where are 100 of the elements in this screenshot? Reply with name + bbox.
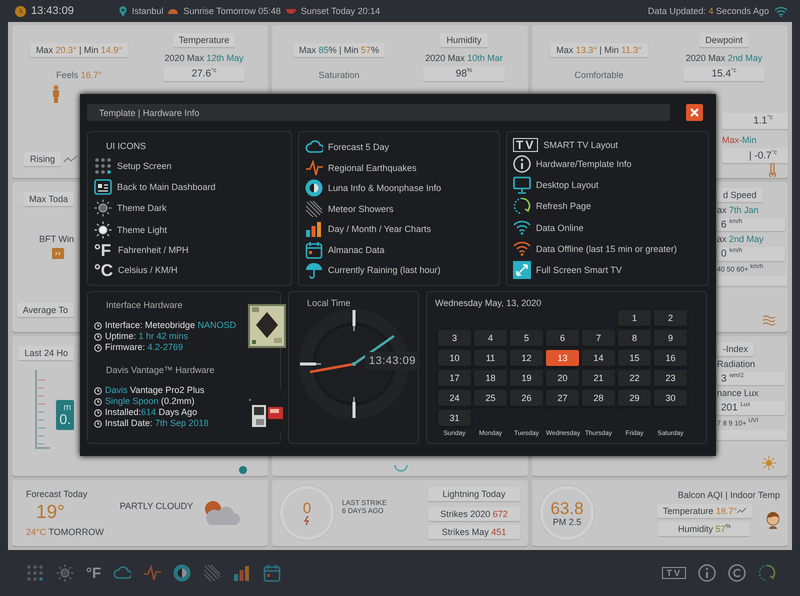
spread-label: Max-Min [722, 134, 757, 145]
tv-toggle[interactable]: TV [662, 567, 686, 579]
calendar-day[interactable]: 11 [474, 350, 507, 366]
forecast-condition: PARTLY CLOUDY [120, 501, 194, 511]
calendar-day[interactable]: 26 [510, 390, 543, 406]
record-value: 27.6$^{°c}$ [163, 66, 245, 82]
hardware-detail: Uptime: 1 hr 42 mins [105, 331, 188, 342]
legend-label: Data Offline (last 15 min or greater) [536, 244, 677, 254]
calendar-day[interactable]: 19 [510, 370, 543, 386]
stat-value: 201 $^{Lux}$ [717, 401, 785, 415]
update-status: Data Updated: 4 Seconds Ago [648, 6, 769, 16]
calendar-day[interactable]: 23 [654, 370, 687, 386]
stat-label: ax 2nd May [717, 234, 764, 244]
section-title: Davis Vantage™ Hardware [106, 365, 216, 375]
stat-label: ax 7th Jan [717, 205, 759, 215]
calendar-day[interactable]: 3 [438, 330, 471, 346]
calendar-day[interactable]: 31 [438, 410, 471, 426]
reading-label: Feels 16.7° [56, 70, 102, 80]
legend-label: Fahrenheit / MPH [118, 245, 189, 256]
digital-time: 13:43:09 [365, 352, 420, 370]
calendar-day[interactable]: 16 [654, 350, 687, 366]
calendar-day[interactable]: 18 [474, 370, 507, 386]
calendar-day[interactable]: 14 [582, 350, 615, 366]
calendar-day[interactable]: 29 [618, 390, 651, 406]
card-title: Forecast Today [26, 489, 88, 499]
reading-label: Saturation [318, 70, 360, 80]
calendar-day[interactable]: 25 [474, 390, 507, 406]
calendar-day[interactable]: 30 [654, 390, 687, 406]
stat-label: nance Lux [717, 388, 759, 398]
calendar-day[interactable]: 4 [474, 330, 507, 346]
trend-label: Rising [24, 152, 62, 166]
calendar-day[interactable]: 2 [654, 310, 687, 326]
card-title: Balcon AQI | Indoor Temp [678, 490, 780, 500]
calendar-day[interactable]: 10 [438, 350, 471, 366]
card-title: Temperature [172, 33, 236, 47]
calendar-day[interactable]: 8 [618, 330, 651, 346]
unit-symbol: °F [94, 242, 112, 259]
calendar-day[interactable]: 13 [546, 350, 579, 366]
sunrise-text: Sunrise Tomorrow 05:48 [183, 6, 281, 16]
record-value: 1.1$^{°c}$ [722, 113, 788, 129]
calendar-day[interactable]: 12 [510, 350, 543, 366]
hardware-detail: Interface: Meteobridge NANOSD [105, 320, 236, 331]
panel-title: UI ICONS [106, 141, 148, 151]
strike-stat: Strikes May 451 [428, 525, 520, 539]
calendar-day[interactable]: 1 [618, 310, 651, 326]
reading-label: Comfortable [574, 70, 624, 80]
calendar-day[interactable]: 15 [618, 350, 651, 366]
calendar-day[interactable]: 9 [654, 330, 687, 346]
record-label: 2020 Max 2nd May [686, 53, 762, 63]
card-title: -Index [717, 342, 754, 356]
hardware-detail: Installed:614 Days Ago [105, 407, 198, 418]
strike-count: 0 [302, 501, 312, 516]
calendar-day[interactable]: 6 [546, 330, 579, 346]
tomorrow-forecast: 24°C TOMORROW [26, 527, 104, 537]
hardware-detail: Davis Vantage Pro2 Plus [105, 385, 204, 396]
calendar-day[interactable]: 5 [510, 330, 543, 346]
indoor-stat: Temperature 18.7° [656, 504, 752, 518]
card-title: Lightning Today [428, 487, 520, 501]
calendar-day[interactable]: 24 [438, 390, 471, 406]
section-title: Local Time [307, 298, 351, 308]
calendar-day[interactable]: 20 [546, 370, 579, 386]
legend-label: Forecast 5 Day [328, 142, 390, 152]
calendar-day[interactable]: 28 [582, 390, 615, 406]
rain-unit: m [64, 402, 71, 412]
sunset-text: Sunset Today 20:14 [300, 6, 380, 16]
record-value: 98$^{%}$ [423, 66, 505, 82]
calendar-title: Wednesday May, 13, 2020 [435, 298, 542, 308]
legend-label: Luna Info & Moonphase Info [328, 183, 442, 193]
calendar-day[interactable]: 22 [618, 370, 651, 386]
legend-label: Day / Month / Year Charts [328, 224, 432, 234]
stat-value: 3 $^{wm/2}$ [717, 372, 785, 386]
stat-value: 6 $^{km/h}$ [717, 218, 785, 232]
legend-label: Full Screen Smart TV [536, 264, 622, 275]
record-label: 2020 Max 10th Mar [425, 53, 503, 63]
unit-toggle[interactable]: °F [86, 564, 102, 582]
calendar-day[interactable]: 17 [438, 370, 471, 386]
unit-symbol: °C [94, 262, 113, 279]
rain-amount: 0. [59, 412, 71, 427]
section-title: Interface Hardware [106, 300, 184, 310]
card-title: Max Toda [23, 192, 74, 206]
card-title: Humidity [440, 33, 488, 47]
spread-value: | -0.7$^{°c}$ [722, 148, 788, 163]
forecast-temperature: 19° [36, 502, 66, 524]
aqi-unit: PM 2.5 [552, 516, 582, 526]
card-footer: Average To [16, 303, 74, 317]
stat-label: Radiation [717, 359, 756, 369]
min-max-range: Max 20.3° | Min 14.9° [30, 43, 128, 57]
calendar-day[interactable]: 7 [582, 330, 615, 346]
legend-label: Data Online [536, 222, 584, 233]
legend-label: Theme Dark [117, 203, 167, 214]
legend-label: Theme Light [117, 224, 168, 235]
location-text: Istanbul [132, 6, 164, 16]
legend-label: SMART TV Layout [543, 140, 618, 150]
calendar-day[interactable]: 21 [582, 370, 615, 386]
hardware-detail: Install Date: 7th Sep 2018 [105, 418, 209, 429]
dialog-title: Template | Hardware Info [87, 104, 670, 121]
legend-label: Currently Raining (last hour) [328, 265, 441, 275]
legend-label: Refresh Page [536, 201, 592, 212]
calendar-day[interactable]: 27 [546, 390, 579, 406]
legend-label: Regional Earthquakes [328, 162, 417, 172]
